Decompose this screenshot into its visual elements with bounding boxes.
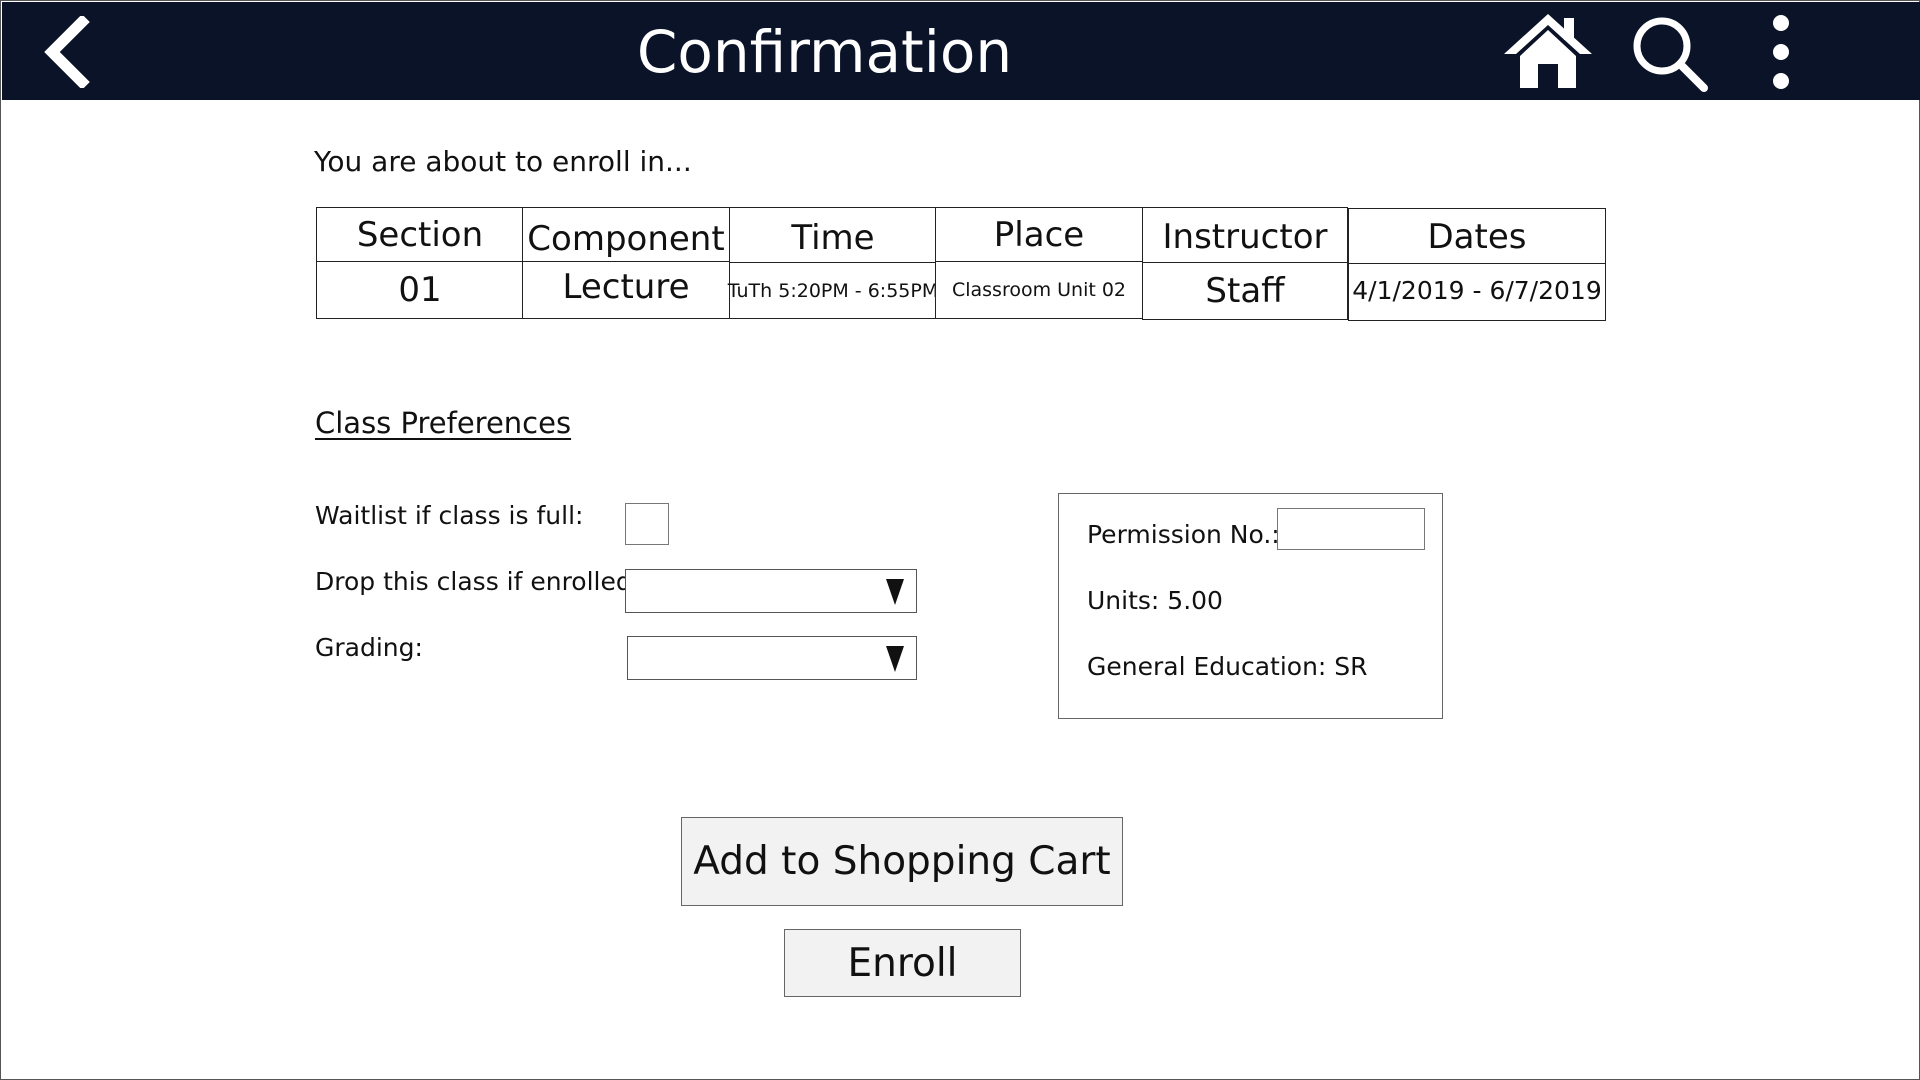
waitlist-label: Waitlist if class is full: bbox=[315, 501, 584, 530]
add-to-shopping-cart-button[interactable]: Add to Shopping Cart bbox=[681, 817, 1123, 906]
page-title: Confirmation bbox=[636, 18, 1013, 86]
enroll-button[interactable]: Enroll bbox=[784, 929, 1021, 997]
grading-label: Grading: bbox=[315, 633, 423, 662]
column-header-dates: Dates bbox=[1348, 208, 1606, 265]
cell-dates: 4/1/2019 - 6/7/2019 bbox=[1348, 263, 1606, 321]
cell-component: Lecture bbox=[522, 261, 730, 319]
grading-dropdown[interactable] bbox=[627, 636, 917, 680]
class-preferences-heading: Class Preferences bbox=[315, 406, 572, 440]
course-info-panel: Permission No.: Units: 5.00 General Educ… bbox=[1058, 493, 1443, 719]
intro-text: You are about to enroll in... bbox=[314, 145, 692, 178]
column-header-time: Time bbox=[729, 207, 937, 264]
permission-number-input[interactable] bbox=[1277, 508, 1425, 550]
column-header-section: Section bbox=[316, 207, 524, 263]
units-text: Units: 5.00 bbox=[1087, 586, 1223, 615]
column-header-instructor: Instructor bbox=[1142, 207, 1348, 263]
drop-class-dropdown[interactable] bbox=[625, 569, 917, 613]
more-vertical-icon bbox=[1773, 15, 1789, 89]
cell-time: TuTh 5:20PM - 6:55PM bbox=[728, 262, 938, 319]
cell-place: Classroom Unit 02 bbox=[935, 261, 1143, 319]
dropdown-arrow-icon bbox=[886, 646, 904, 672]
permission-label: Permission No.: bbox=[1087, 520, 1280, 549]
header-bar: Confirmation bbox=[2, 2, 1920, 100]
drop-class-label: Drop this class if enrolled: bbox=[315, 567, 641, 596]
cell-section: 01 bbox=[316, 261, 524, 319]
home-icon bbox=[1504, 14, 1592, 88]
column-header-component: Component bbox=[522, 207, 730, 263]
home-button[interactable] bbox=[1502, 10, 1594, 92]
column-header-place: Place bbox=[935, 207, 1143, 263]
search-icon bbox=[1633, 17, 1708, 92]
dropdown-arrow-icon bbox=[886, 579, 904, 605]
cell-instructor: Staff bbox=[1142, 262, 1348, 320]
waitlist-checkbox[interactable] bbox=[625, 503, 669, 545]
more-menu-button[interactable] bbox=[1764, 12, 1798, 94]
general-education-text: General Education: SR bbox=[1087, 652, 1368, 681]
search-button[interactable] bbox=[1630, 14, 1710, 94]
app-frame: Confirmation You are about to enroll in.… bbox=[0, 0, 1920, 1080]
